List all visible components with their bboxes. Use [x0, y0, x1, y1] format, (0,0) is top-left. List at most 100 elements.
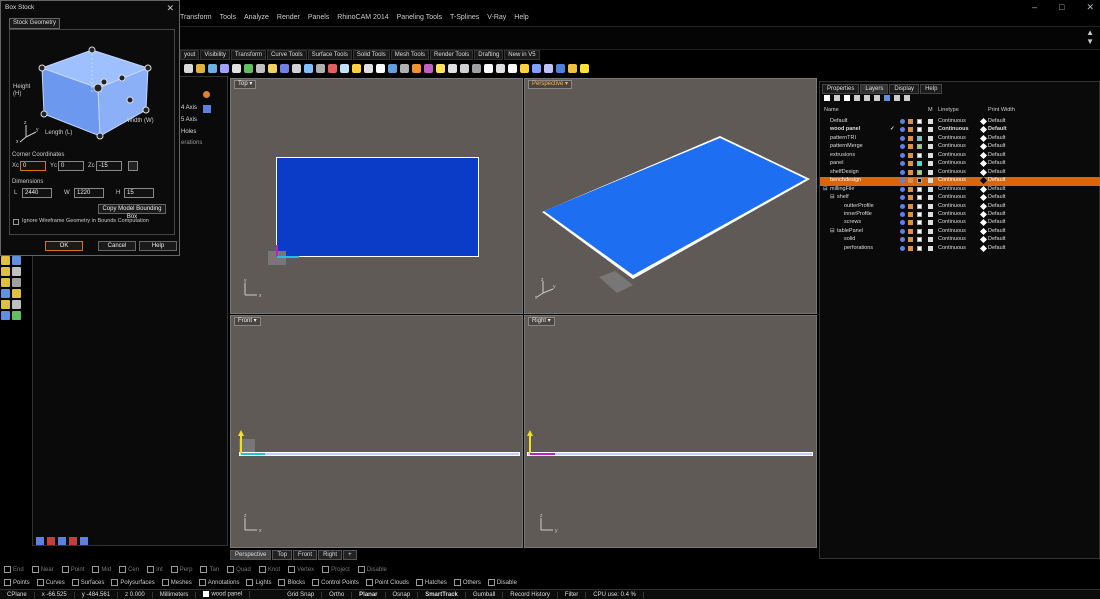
axis5-item[interactable]: 5 Axis — [181, 117, 197, 123]
smarttrack-toggle[interactable]: SmartTrack — [418, 591, 466, 598]
panel-tab[interactable]: Display — [889, 84, 920, 94]
layer-printwidth[interactable]: Default — [988, 228, 1005, 234]
tool-icon[interactable] — [12, 300, 21, 309]
osnap-checkbox[interactable]: Cen — [119, 566, 139, 573]
layer-linetype[interactable]: Continuous — [938, 219, 966, 225]
toolbar-icon[interactable] — [340, 63, 349, 73]
material-icon[interactable] — [928, 161, 933, 167]
lock-icon[interactable] — [908, 127, 913, 133]
material-icon[interactable] — [928, 203, 933, 209]
menu-item[interactable]: Analyze — [244, 14, 269, 21]
cam-icon[interactable] — [80, 536, 88, 545]
copy-bounding-box-button[interactable]: Copy Model Bounding Box — [98, 204, 166, 220]
lock-icon[interactable] — [908, 119, 913, 124]
layer-icon[interactable] — [884, 95, 890, 101]
menu-item[interactable]: RhinoCAM 2014 — [337, 14, 388, 21]
filter-checkbox[interactable]: Disable — [488, 579, 517, 586]
toolbar-tab[interactable]: Transform — [230, 50, 267, 60]
layer-row[interactable]: shelfDesign Continuous Default — [820, 168, 1100, 177]
visibility-icon[interactable] — [900, 135, 905, 141]
osnap-checkbox[interactable]: Point — [62, 566, 85, 573]
layer-linetype[interactable]: Continuous — [938, 143, 966, 149]
viewport-perspective[interactable]: Perspective ▾ zyx — [524, 78, 817, 314]
material-icon[interactable] — [928, 195, 933, 201]
tool-icon[interactable] — [1, 278, 10, 287]
layer-row[interactable]: panel Continuous Default — [820, 160, 1100, 168]
layer-printwidth[interactable]: Default — [988, 245, 1005, 251]
ok-button[interactable]: OK — [45, 241, 83, 251]
menu-item[interactable]: Transform — [180, 14, 212, 21]
length-input[interactable]: 2440 — [22, 188, 52, 198]
osnap-checkbox[interactable]: Project — [322, 566, 350, 573]
toolbar-icon[interactable] — [448, 63, 457, 73]
lock-icon[interactable] — [908, 203, 913, 209]
cam-icon[interactable] — [36, 536, 44, 545]
toolbar-tab[interactable]: New in V5 — [504, 50, 540, 60]
viewport-top[interactable]: Top ▾ yx — [230, 78, 523, 314]
toolbar-icon[interactable] — [292, 63, 301, 73]
cam-icon[interactable] — [69, 536, 77, 545]
layer-color-swatch[interactable] — [917, 245, 922, 251]
toolbar-tab[interactable]: Surface Tools — [307, 50, 352, 60]
layer-color-swatch[interactable] — [917, 119, 922, 124]
holes-item[interactable]: Holes — [181, 129, 196, 135]
lock-icon[interactable] — [908, 245, 913, 251]
filter-checkbox[interactable]: Point Clouds — [366, 579, 409, 586]
lock-icon[interactable] — [908, 169, 913, 175]
layer-linetype[interactable]: Continuous — [938, 135, 966, 141]
maximize-button[interactable]: □ — [1059, 2, 1064, 13]
toolbar-icon[interactable] — [376, 63, 385, 73]
filter-checkbox[interactable]: Hatches — [416, 579, 447, 586]
current-layer[interactable]: wood panel — [196, 591, 251, 598]
layer-linetype[interactable]: Continuous — [938, 169, 966, 175]
layer-printwidth[interactable]: Default — [988, 194, 1005, 200]
toolbar-icon[interactable] — [472, 63, 481, 73]
toolbar-icon[interactable] — [532, 63, 541, 73]
osnap-checkbox[interactable]: Perp — [171, 566, 193, 573]
menu-item[interactable]: Paneling Tools — [397, 14, 442, 21]
visibility-icon[interactable] — [900, 127, 905, 133]
ignore-wireframe-checkbox[interactable] — [13, 219, 19, 225]
toolbar-icon[interactable] — [568, 63, 577, 73]
layer-linetype[interactable]: Continuous — [938, 152, 966, 158]
layer-row[interactable]: wood panel ✓ Continuous Default — [820, 126, 1100, 134]
osnap-checkbox[interactable]: Quad — [227, 566, 251, 573]
viewport-label-front[interactable]: Front ▾ — [234, 317, 261, 326]
toolbar-icon[interactable] — [496, 63, 505, 73]
layer-row[interactable]: solid Continuous Default — [820, 236, 1100, 244]
layer-row[interactable]: ⊟ millingFile Continuous Default — [820, 185, 1100, 194]
viewport-tab[interactable]: Top — [272, 550, 293, 560]
toolbar-icon[interactable] — [208, 63, 217, 73]
layer-color-swatch[interactable] — [917, 127, 922, 133]
tool-icon[interactable] — [1, 256, 10, 265]
layer-printwidth[interactable]: Default — [988, 169, 1005, 175]
axis4-item[interactable]: 4 Axis — [181, 105, 197, 111]
filter-checkbox[interactable]: Annotations — [199, 579, 240, 586]
menu-item[interactable]: Render — [277, 14, 300, 21]
width-input[interactable]: 1220 — [74, 188, 104, 198]
toolbar-icon[interactable] — [196, 63, 205, 73]
layer-printwidth[interactable]: Default — [988, 160, 1005, 166]
layer-row[interactable]: outterProfile Continuous Default — [820, 202, 1100, 211]
toolbar-icon[interactable] — [316, 63, 325, 73]
filter-checkbox[interactable]: Curves — [37, 579, 65, 586]
new-layer-icon[interactable] — [824, 95, 830, 101]
material-icon[interactable] — [928, 211, 933, 217]
visibility-icon[interactable] — [900, 211, 905, 217]
tool-icon[interactable] — [1, 289, 10, 298]
dialog-close-icon[interactable]: ✕ — [166, 3, 174, 14]
toolbar-icon[interactable] — [520, 63, 529, 73]
filter-checkbox[interactable]: Others — [454, 579, 481, 586]
toolbar-icon[interactable] — [412, 63, 421, 73]
record-history-toggle[interactable]: Record History — [503, 591, 558, 598]
viewport-tab[interactable]: Front — [293, 550, 318, 560]
units-label[interactable]: Millimeters — [153, 591, 197, 598]
toolbar-tab[interactable]: Curve Tools — [267, 50, 307, 60]
visibility-icon[interactable] — [900, 220, 905, 226]
visibility-icon[interactable] — [900, 245, 905, 251]
viewport-front[interactable]: Front ▾ zx — [230, 315, 523, 548]
filter-checkbox[interactable]: Meshes — [162, 579, 192, 586]
layer-row[interactable]: ⊟ shelf Continuous Default — [820, 194, 1100, 202]
delete-layer-icon[interactable] — [844, 95, 850, 101]
operations-tab[interactable]: erations — [181, 140, 202, 146]
